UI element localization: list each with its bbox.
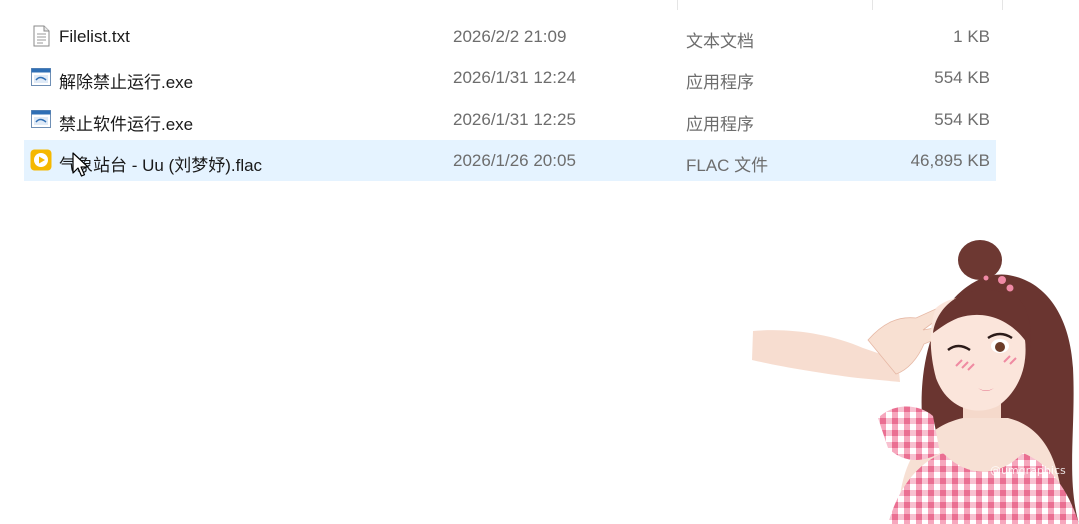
mouse-cursor-icon: [72, 152, 89, 177]
application-icon: [31, 109, 51, 128]
text-file-icon: [33, 25, 50, 47]
file-size: 1 KB: [953, 27, 990, 46]
column-separator: [1002, 0, 1003, 10]
column-separator: [677, 0, 678, 10]
file-size: 46,895 KB: [910, 150, 990, 170]
file-name[interactable]: 禁止软件运行.exe: [59, 110, 193, 135]
audio-file-icon: [30, 149, 52, 171]
file-type: 应用程序: [686, 114, 754, 134]
file-list: Filelist.txt 2026/2/2 21:09 文本文档 1 KB 解除…: [24, 16, 996, 182]
file-type: 应用程序: [686, 73, 754, 93]
file-date: 2026/1/31 12:24: [453, 68, 576, 88]
file-name[interactable]: 解除禁止运行.exe: [59, 68, 193, 93]
file-date: 2026/1/31 12:25: [453, 109, 576, 129]
file-size: 554 KB: [934, 68, 990, 88]
file-row-block-exe[interactable]: 禁止软件运行.exe 2026/1/31 12:25 应用程序 554 KB: [24, 99, 996, 140]
file-type: 文本文档: [686, 32, 754, 51]
file-row-flac[interactable]: 气象站台 - Uu (刘梦妤).flac 2026/1/26 20:05 FLA…: [24, 139, 996, 182]
wallpaper-girl-illustration: [752, 240, 1079, 524]
file-name[interactable]: Filelist.txt: [59, 27, 130, 47]
wallpaper-watermark: @umgraphics: [990, 464, 1066, 477]
file-row-filelist-txt[interactable]: Filelist.txt 2026/2/2 21:09 文本文档 1 KB: [24, 16, 996, 57]
file-size: 554 KB: [934, 109, 990, 129]
file-date: 2026/2/2 21:09: [453, 27, 567, 46]
file-date: 2026/1/26 20:05: [453, 150, 576, 170]
application-icon: [31, 68, 51, 87]
column-separator: [872, 0, 873, 10]
file-type: FLAC 文件: [686, 155, 769, 175]
file-row-unblock-exe[interactable]: 解除禁止运行.exe 2026/1/31 12:24 应用程序 554 KB: [24, 57, 996, 98]
